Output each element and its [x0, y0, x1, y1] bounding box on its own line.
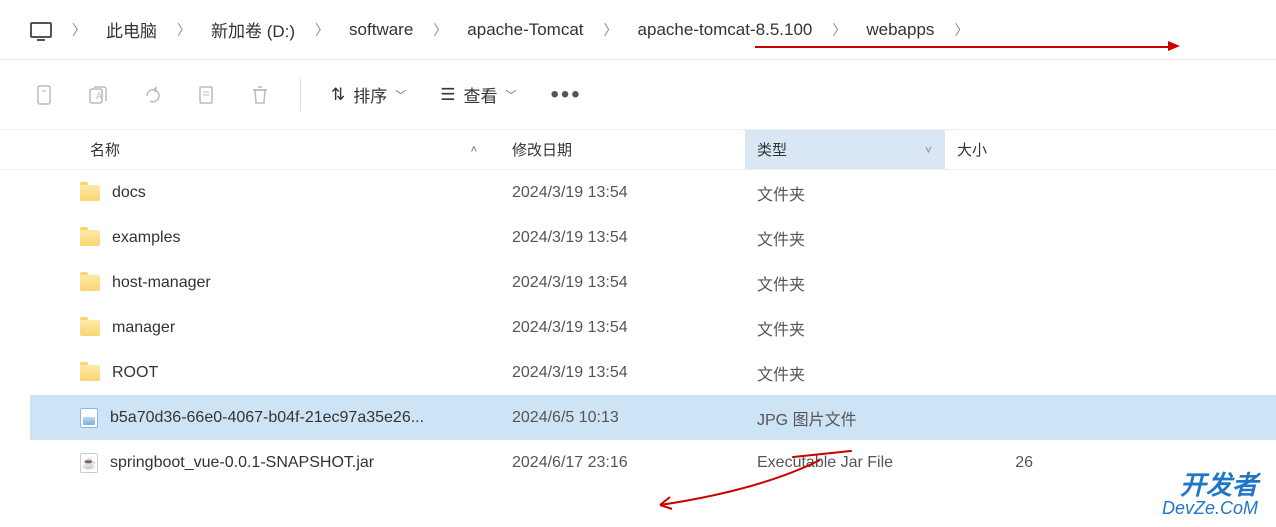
- breadcrumb-item-webapps[interactable]: webapps: [856, 14, 944, 46]
- jpg-icon: [80, 408, 98, 428]
- annotation-underline: [755, 46, 1170, 48]
- breadcrumb-label: apache-tomcat-8.5.100: [638, 20, 813, 40]
- file-type: 文件夹: [745, 215, 945, 260]
- table-row[interactable]: springboot_vue-0.0.1-SNAPSHOT.jar 2024/6…: [30, 440, 1276, 485]
- delete-button: [236, 71, 284, 119]
- chevron-right-icon[interactable]: 〉: [598, 20, 624, 40]
- table-row[interactable]: docs 2024/3/19 13:54 文件夹: [30, 170, 1276, 215]
- column-size-label: 大小: [957, 139, 987, 160]
- file-date: 2024/3/19 13:54: [500, 215, 745, 260]
- column-type[interactable]: 类型 ˅: [745, 130, 945, 169]
- toolbar-separator: [300, 79, 301, 111]
- column-size[interactable]: 大小: [945, 130, 1045, 169]
- file-name: b5a70d36-66e0-4067-b04f-21ec97a35e26...: [110, 409, 424, 427]
- chevron-right-icon[interactable]: 〉: [948, 20, 974, 40]
- file-type: 文件夹: [745, 170, 945, 215]
- file-name: manager: [112, 319, 175, 337]
- column-type-label: 类型: [757, 139, 787, 160]
- file-date: 2024/6/17 23:16: [500, 440, 745, 485]
- breadcrumb-item-thispc[interactable]: 此电脑: [96, 11, 167, 48]
- chevron-right-icon[interactable]: 〉: [427, 20, 453, 40]
- file-type: 文件夹: [745, 350, 945, 395]
- file-name: docs: [112, 184, 146, 202]
- chevron-right-icon[interactable]: 〉: [826, 20, 852, 40]
- chevron-down-icon: ﹀: [395, 87, 406, 103]
- file-name: host-manager: [112, 274, 211, 292]
- column-name[interactable]: 名称 ˄: [30, 130, 500, 169]
- sort-label: 排序: [353, 82, 387, 107]
- copy-button: A: [74, 71, 122, 119]
- breadcrumb-label: 此电脑: [106, 17, 157, 42]
- file-size: [945, 260, 1045, 305]
- file-size: [945, 305, 1045, 350]
- file-size: [945, 350, 1045, 395]
- column-date[interactable]: 修改日期: [500, 130, 745, 169]
- breadcrumb-item-apachetomcat[interactable]: apache-Tomcat: [457, 14, 593, 46]
- paste-button: [128, 71, 176, 119]
- rename-button: [182, 71, 230, 119]
- file-size: [945, 170, 1045, 215]
- folder-icon: [80, 185, 100, 201]
- breadcrumb-item-software[interactable]: software: [339, 14, 423, 46]
- sort-icon: ⇅: [331, 85, 345, 105]
- file-date: 2024/6/5 10:13: [500, 395, 745, 440]
- file-name: springboot_vue-0.0.1-SNAPSHOT.jar: [110, 454, 374, 472]
- file-list: docs 2024/3/19 13:54 文件夹 examples 2024/3…: [0, 170, 1276, 485]
- table-row[interactable]: b5a70d36-66e0-4067-b04f-21ec97a35e26... …: [30, 395, 1276, 440]
- breadcrumb-item-drive[interactable]: 新加卷 (D:): [201, 11, 305, 48]
- view-dropdown[interactable]: ☰ 查看 ﹀: [426, 74, 530, 115]
- more-button[interactable]: •••: [537, 73, 596, 117]
- column-date-label: 修改日期: [512, 139, 572, 160]
- table-row[interactable]: ROOT 2024/3/19 13:54 文件夹: [30, 350, 1276, 395]
- jar-icon: [80, 453, 98, 473]
- breadcrumb-label: software: [349, 20, 413, 40]
- folder-icon: [80, 230, 100, 246]
- sort-caret-icon: ˄: [471, 144, 477, 156]
- breadcrumb-pc-icon[interactable]: [20, 16, 62, 44]
- folder-icon: [80, 320, 100, 336]
- breadcrumb-item-tomcatversion[interactable]: apache-tomcat-8.5.100: [628, 14, 823, 46]
- annotation-arrow-tip: [1168, 41, 1180, 51]
- file-list-header: 名称 ˄ 修改日期 类型 ˅ 大小: [0, 130, 1276, 170]
- file-type: 文件夹: [745, 260, 945, 305]
- file-size: [945, 395, 1045, 440]
- file-name: examples: [112, 229, 180, 247]
- pc-icon: [30, 22, 52, 38]
- file-size: 26: [945, 440, 1045, 485]
- folder-icon: [80, 365, 100, 381]
- chevron-right-icon[interactable]: 〉: [171, 20, 197, 40]
- file-date: 2024/3/19 13:54: [500, 170, 745, 215]
- breadcrumb-label: webapps: [866, 20, 934, 40]
- file-date: 2024/3/19 13:54: [500, 260, 745, 305]
- file-date: 2024/3/19 13:54: [500, 305, 745, 350]
- sort-dropdown[interactable]: ⇅ 排序 ﹀: [317, 74, 420, 115]
- column-name-label: 名称: [90, 139, 120, 160]
- toolbar: A ⇅ 排序 ﹀ ☰ 查看 ﹀ •••: [0, 60, 1276, 130]
- svg-text:A: A: [96, 91, 102, 101]
- cut-button: [20, 71, 68, 119]
- table-row[interactable]: examples 2024/3/19 13:54 文件夹: [30, 215, 1276, 260]
- breadcrumb-label: apache-Tomcat: [467, 20, 583, 40]
- file-type: Executable Jar File: [745, 440, 945, 485]
- watermark-line2: DevZe.CoM: [1162, 499, 1258, 519]
- chevron-down-icon: ˅: [925, 143, 932, 157]
- breadcrumb: 〉 此电脑 〉 新加卷 (D:) 〉 software 〉 apache-Tom…: [0, 0, 1276, 60]
- table-row[interactable]: manager 2024/3/19 13:54 文件夹: [30, 305, 1276, 350]
- view-label: 查看: [464, 82, 498, 107]
- file-type: JPG 图片文件: [745, 395, 945, 440]
- file-date: 2024/3/19 13:54: [500, 350, 745, 395]
- breadcrumb-label: 新加卷 (D:): [211, 17, 295, 42]
- folder-icon: [80, 275, 100, 291]
- table-row[interactable]: host-manager 2024/3/19 13:54 文件夹: [30, 260, 1276, 305]
- chevron-down-icon: ﹀: [506, 87, 517, 103]
- chevron-right-icon[interactable]: 〉: [309, 20, 335, 40]
- file-name: ROOT: [112, 364, 158, 382]
- view-icon: ☰: [440, 85, 455, 105]
- chevron-right-icon[interactable]: 〉: [66, 20, 92, 40]
- file-size: [945, 215, 1045, 260]
- file-type: 文件夹: [745, 305, 945, 350]
